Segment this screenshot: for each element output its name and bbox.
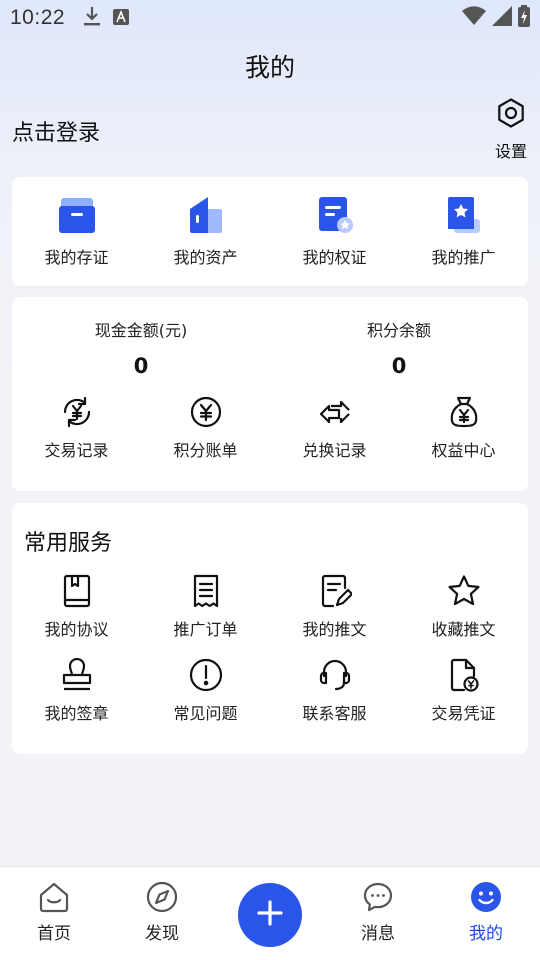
my-assets-button[interactable]: 我的资产: [141, 195, 270, 268]
my-promotion-button[interactable]: 我的推广: [399, 195, 528, 268]
certificate-icon: [315, 195, 355, 235]
voucher-document-icon: [447, 658, 481, 692]
gear-icon: [496, 98, 526, 132]
font-app-icon: [113, 6, 130, 30]
my-evidence-label: 我的存证: [44, 248, 109, 267]
points-bill-label: 积分账单: [173, 441, 238, 460]
tab-mine-label: 我的: [469, 924, 503, 944]
compass-icon: [146, 881, 178, 913]
promotion-orders-label: 推广订单: [173, 620, 238, 639]
my-assets-label: 我的资产: [173, 248, 238, 267]
status-bar: 10:22: [0, 0, 540, 36]
status-time: 10:22: [10, 6, 66, 29]
favorite-posts-label: 收藏推文: [431, 620, 496, 639]
benefits-center-label: 权益中心: [431, 441, 496, 460]
smiley-profile-icon: [470, 881, 502, 913]
page-title: 我的: [244, 53, 295, 82]
chat-bubble-icon: [362, 881, 394, 913]
home-icon: [38, 881, 70, 913]
my-evidence-button[interactable]: 我的存证: [12, 195, 141, 268]
cash-balance-value: 0: [133, 354, 149, 378]
tab-home-label: 首页: [37, 924, 71, 944]
customer-service-label: 联系客服: [302, 704, 367, 723]
assets-card: 我的存证 我的资产 我的权证 我的推广: [12, 177, 528, 286]
headset-icon: [318, 658, 352, 692]
faq-button[interactable]: 常见问题: [141, 658, 270, 724]
wifi-icon: [462, 5, 486, 31]
tab-messages[interactable]: 消息: [348, 881, 408, 944]
money-bag-icon: [447, 395, 481, 429]
tab-home[interactable]: 首页: [24, 881, 84, 944]
points-balance[interactable]: 积分余额 0: [270, 317, 528, 378]
receipt-icon: [189, 574, 223, 608]
settings-label: 设置: [494, 142, 527, 161]
star-icon: [447, 574, 481, 608]
signal-icon: [492, 5, 512, 31]
points-balance-label: 积分余额: [366, 321, 431, 340]
services-card: 常用服务 我的协议 推广订单 我的推文 收藏推文 我的签章 常见问题 联系客服 …: [12, 503, 528, 754]
exchange-arrows-icon: [318, 395, 352, 429]
tab-messages-label: 消息: [361, 924, 395, 944]
my-promotion-label: 我的推广: [431, 248, 496, 267]
benefits-center-button[interactable]: 权益中心: [399, 395, 528, 461]
my-signature-button[interactable]: 我的签章: [12, 657, 141, 724]
my-certificates-button[interactable]: 我的权证: [270, 195, 399, 268]
tab-discover[interactable]: 发现: [132, 881, 192, 944]
stamp-icon: [60, 657, 94, 692]
points-bill-button[interactable]: 积分账单: [141, 395, 270, 461]
exchange-records-button[interactable]: 兑换记录: [270, 395, 399, 461]
my-certificates-label: 我的权证: [302, 248, 367, 267]
my-posts-button[interactable]: 我的推文: [270, 574, 399, 640]
bottom-tab-bar: 首页 发现 消息 我的: [0, 866, 540, 960]
asset-building-icon: [186, 195, 226, 235]
my-posts-label: 我的推文: [302, 620, 367, 639]
transaction-records-button[interactable]: 交易记录: [12, 395, 141, 461]
settings-button[interactable]: 设置: [494, 98, 528, 162]
customer-service-button[interactable]: 联系客服: [270, 658, 399, 724]
evidence-box-icon: [57, 195, 97, 235]
add-button[interactable]: [238, 883, 302, 947]
yuan-circle-icon: [189, 395, 223, 429]
promotion-orders-button[interactable]: 推广订单: [141, 574, 270, 640]
points-balance-value: 0: [391, 354, 407, 378]
faq-label: 常见问题: [173, 704, 238, 723]
my-agreements-label: 我的协议: [44, 620, 109, 639]
my-signature-label: 我的签章: [44, 704, 109, 723]
battery-icon: [518, 4, 530, 32]
wallet-card: 现金金额(元) 0 积分余额 0 交易记录 积分账单 兑换记录 权益中心: [12, 297, 528, 491]
plus-icon: [257, 900, 283, 930]
transaction-voucher-label: 交易凭证: [431, 704, 496, 723]
cash-balance[interactable]: 现金金额(元) 0: [12, 317, 270, 378]
agreement-book-icon: [60, 574, 94, 608]
transaction-voucher-button[interactable]: 交易凭证: [399, 658, 528, 724]
edit-document-icon: [318, 574, 353, 608]
favorite-posts-button[interactable]: 收藏推文: [399, 574, 528, 640]
promotion-star-icon: [444, 195, 484, 235]
cash-balance-label: 现金金额(元): [94, 321, 188, 340]
exclamation-circle-icon: [189, 658, 223, 692]
login-link[interactable]: 点击登录: [12, 115, 100, 147]
exchange-records-label: 兑换记录: [302, 441, 367, 460]
services-title: 常用服务: [24, 531, 113, 556]
my-agreements-button[interactable]: 我的协议: [12, 574, 141, 640]
yuan-cycle-icon: [60, 395, 94, 429]
download-icon: [83, 5, 101, 32]
transaction-records-label: 交易记录: [44, 441, 109, 460]
tab-discover-label: 发现: [145, 924, 179, 944]
tab-mine[interactable]: 我的: [456, 881, 516, 944]
